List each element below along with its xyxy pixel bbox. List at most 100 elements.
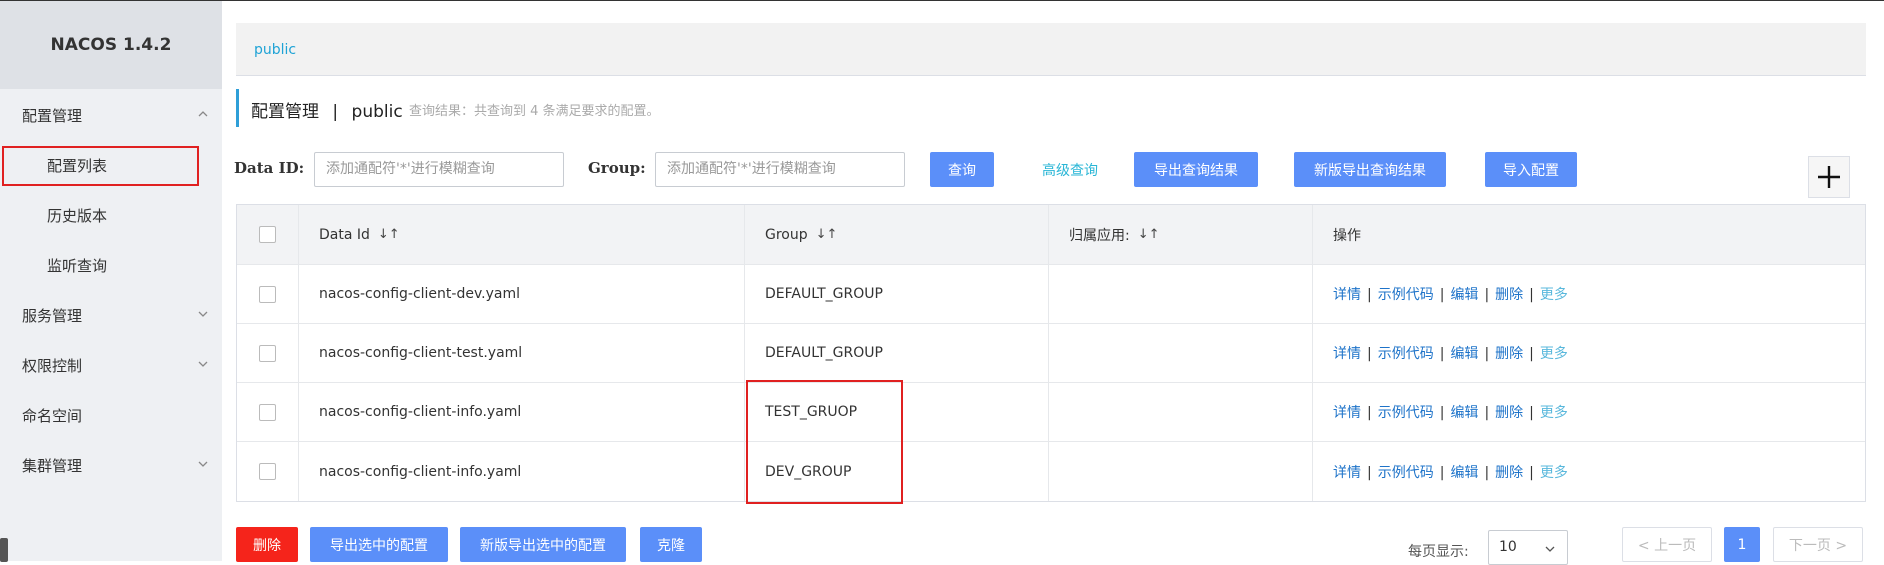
edit-link[interactable]: 编辑 [1450, 346, 1478, 362]
more-link[interactable]: 更多 [1540, 405, 1568, 421]
separator: | [1529, 464, 1534, 481]
sort-icon[interactable]: ↓↑ [378, 227, 400, 242]
delete-link[interactable]: 删除 [1495, 346, 1523, 362]
row-select-cell [237, 383, 299, 441]
header-group-label: Group [765, 226, 808, 243]
page-size-label: 每页显示: [1408, 544, 1469, 560]
header-dataid[interactable]: Data Id ↓↑ [299, 205, 745, 264]
page-size-value: 10 [1499, 539, 1517, 555]
select-all-checkbox[interactable] [259, 226, 276, 243]
detail-link[interactable]: 详情 [1333, 287, 1361, 303]
row-actions: 详情 | 示例代码 | 编辑 | 删除 | 更多 [1333, 402, 1568, 422]
delete-link[interactable]: 删除 [1495, 287, 1523, 303]
group-input[interactable]: 添加通配符'*'进行模糊查询 [655, 152, 905, 187]
row-select-cell [237, 265, 299, 323]
breadcrumb-namespace-link[interactable]: public [254, 42, 296, 58]
highlight-box-groups [746, 380, 903, 504]
page-title: 配置管理 | public 查询结果：共查询到 4 条满足要求的配置。 [236, 89, 660, 127]
prev-page-button[interactable]: < 上一页 [1622, 527, 1712, 562]
chevron-up-icon [198, 111, 208, 117]
cell-app [1049, 383, 1313, 441]
sample-code-link[interactable]: 示例代码 [1378, 287, 1434, 303]
cell-app [1049, 265, 1313, 323]
delete-link[interactable]: 删除 [1495, 465, 1523, 481]
detail-link[interactable]: 详情 [1333, 346, 1361, 362]
row-checkbox[interactable] [259, 285, 276, 303]
dataid-input[interactable]: 添加通配符'*'进行模糊查询 [314, 152, 564, 187]
sample-code-link[interactable]: 示例代码 [1378, 465, 1434, 481]
main-content: public 配置管理 | public 查询结果：共查询到 4 条满足要求的配… [222, 1, 1884, 565]
new-export-query-button[interactable]: 新版导出查询结果 [1294, 152, 1446, 187]
page-size-select[interactable]: 10 [1488, 530, 1568, 565]
separator: | [1529, 287, 1534, 303]
sidebar-item-listener-query[interactable]: 监听查询 [0, 241, 222, 289]
cell-dataid: nacos-config-client-test.yaml [299, 324, 745, 382]
row-checkbox[interactable] [259, 463, 276, 480]
query-button[interactable]: 查询 [930, 152, 994, 187]
cell-app [1049, 442, 1313, 501]
cell-ops: 详情 | 示例代码 | 编辑 | 删除 | 更多 [1313, 265, 1865, 323]
next-page-button[interactable]: 下一页 > [1773, 527, 1863, 562]
row-actions: 详情 | 示例代码 | 编辑 | 删除 | 更多 [1333, 462, 1568, 482]
cell-dataid: nacos-config-client-info.yaml [299, 442, 745, 501]
chevron-down-icon [198, 461, 208, 467]
sample-code-link[interactable]: 示例代码 [1378, 346, 1434, 362]
export-selected-button[interactable]: 导出选中的配置 [310, 527, 448, 562]
edit-link[interactable]: 编辑 [1450, 287, 1478, 303]
row-checkbox[interactable] [259, 403, 276, 421]
table-row: nacos-config-client-info.yaml DEV_GROUP 详情… [237, 442, 1865, 501]
delete-link[interactable]: 删除 [1495, 405, 1523, 421]
separator: | [1484, 346, 1490, 362]
new-export-selected-button[interactable]: 新版导出选中的配置 [460, 527, 626, 562]
sidebar-item-service-management[interactable]: 服务管理 [0, 291, 222, 339]
sample-code-link[interactable]: 示例代码 [1378, 405, 1434, 421]
edit-link[interactable]: 编辑 [1450, 405, 1478, 421]
detail-link[interactable]: 详情 [1333, 465, 1361, 481]
clone-button[interactable]: 克隆 [640, 527, 702, 562]
row-actions: 详情 | 示例代码 | 编辑 | 删除 | 更多 [1333, 343, 1568, 363]
sidebar-item-label: 权限控制 [22, 356, 83, 375]
detail-link[interactable]: 详情 [1333, 405, 1361, 421]
group-value: DEFAULT_GROUP [765, 286, 883, 302]
group-label: Group: [588, 159, 646, 177]
sidebar-item-label: 监听查询 [47, 256, 108, 275]
import-config-button[interactable]: 导入配置 [1485, 152, 1577, 187]
separator: | [1439, 287, 1445, 303]
header-ops-label: 操作 [1333, 227, 1361, 244]
sidebar: NACOS 1.4.2 配置管理 配置列表 历史版本 监听查询 服务管理 权限控… [0, 1, 222, 562]
header-app-label: 归属应用: [1069, 227, 1130, 244]
table-row: nacos-config-client-test.yaml DEFAULT_GRO… [237, 324, 1865, 383]
add-config-button[interactable] [1808, 156, 1850, 198]
header-group[interactable]: Group ↓↑ [745, 205, 1049, 264]
more-link[interactable]: 更多 [1540, 346, 1568, 362]
scrollbar-handle[interactable] [0, 538, 8, 562]
more-link[interactable]: 更多 [1540, 287, 1568, 303]
plus-icon [1818, 166, 1840, 188]
sidebar-item-access-control[interactable]: 权限控制 [0, 341, 222, 389]
current-page-button[interactable]: 1 [1724, 527, 1760, 562]
sort-icon[interactable]: ↓↑ [1138, 227, 1160, 242]
sidebar-item-config-management[interactable]: 配置管理 [0, 91, 222, 139]
sidebar-item-label: 命名空间 [22, 406, 83, 425]
more-link[interactable]: 更多 [1540, 465, 1568, 481]
advanced-query-link[interactable]: 高级查询 [1042, 160, 1098, 180]
header-app[interactable]: 归属应用: ↓↑ [1049, 205, 1313, 264]
dataid-value: nacos-config-client-info.yaml [319, 404, 522, 420]
separator: | [1484, 405, 1490, 421]
breadcrumb: public [236, 23, 1866, 76]
edit-link[interactable]: 编辑 [1450, 465, 1478, 481]
cell-group: DEFAULT_GROUP [745, 324, 1049, 382]
sort-icon[interactable]: ↓↑ [816, 227, 838, 242]
table-header: Data Id ↓↑ Group ↓↑ 归属应用: ↓↑ 操作 [237, 205, 1865, 265]
sidebar-item-cluster-management[interactable]: 集群管理 [0, 441, 222, 489]
title-namespace: public [351, 102, 403, 122]
row-select-cell [237, 324, 299, 382]
row-checkbox[interactable] [259, 344, 276, 362]
export-query-button[interactable]: 导出查询结果 [1134, 152, 1258, 187]
table-row: nacos-config-client-dev.yaml DEFAULT_GROU… [237, 265, 1865, 324]
sidebar-item-namespace[interactable]: 命名空间 [0, 391, 222, 439]
chevron-down-icon [198, 311, 208, 317]
sidebar-item-label: 集群管理 [22, 456, 83, 475]
sidebar-item-history[interactable]: 历史版本 [0, 191, 222, 239]
delete-selected-button[interactable]: 删除 [236, 527, 298, 562]
